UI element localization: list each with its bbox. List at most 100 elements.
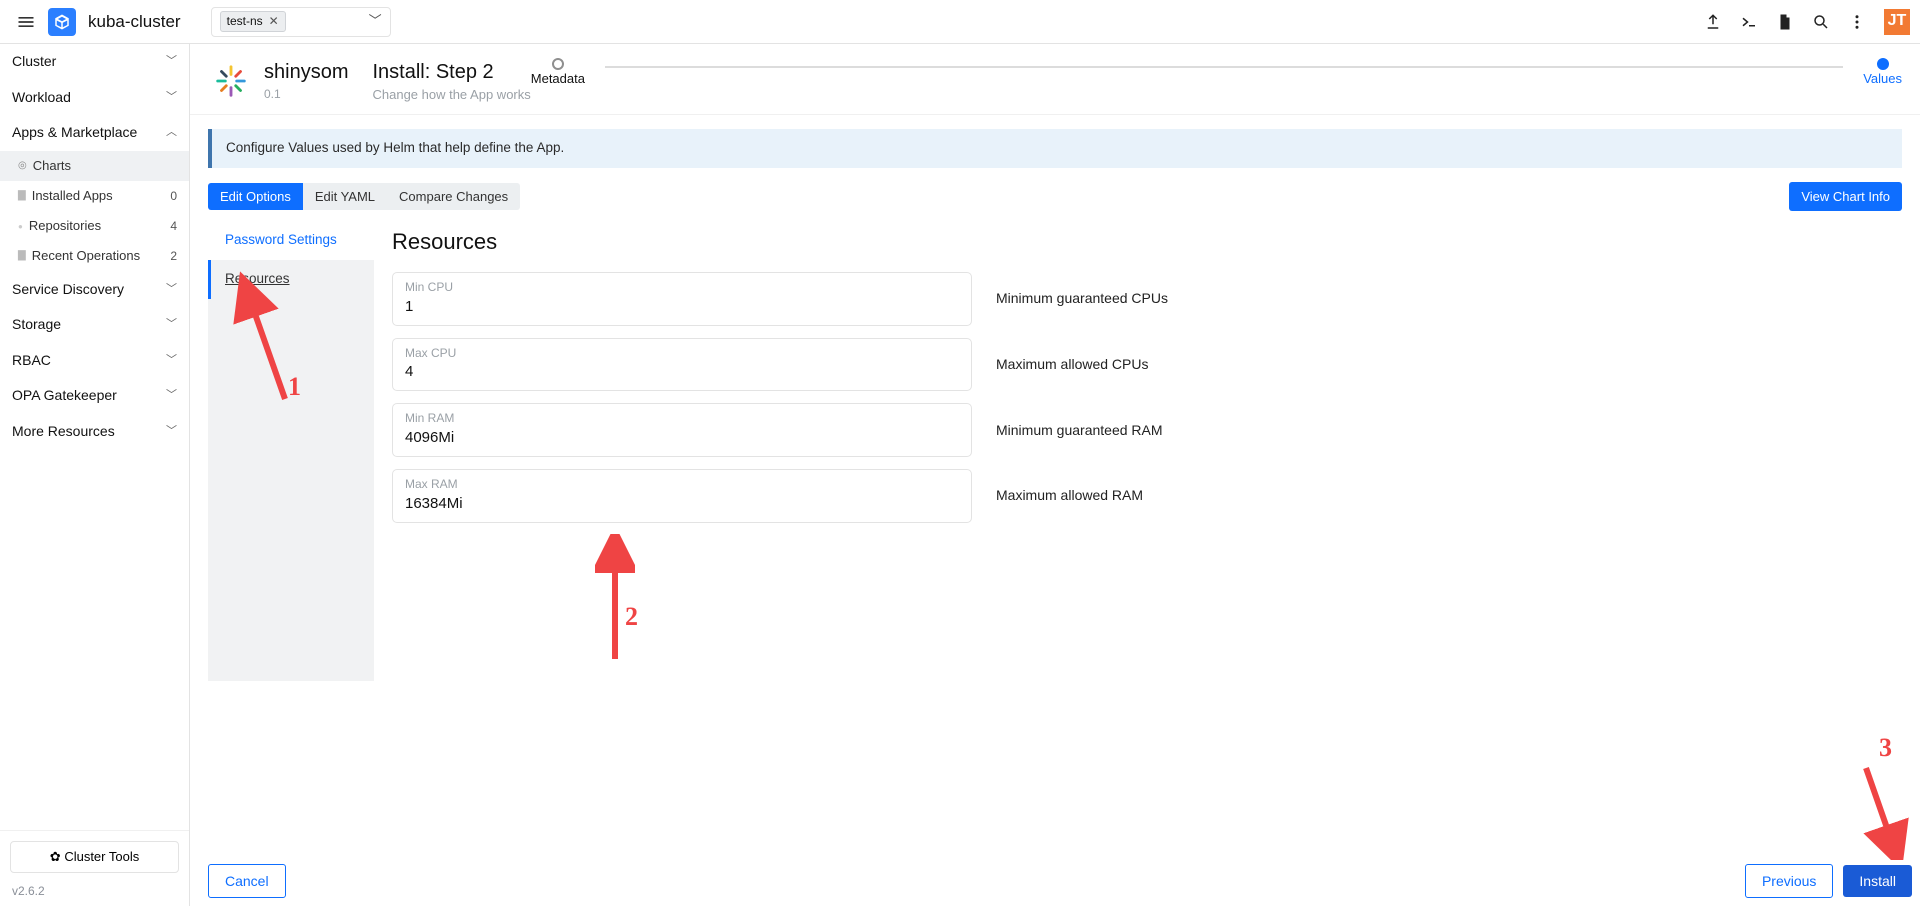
folder-icon: ▇ — [18, 189, 26, 203]
field-value: 1 — [405, 296, 959, 317]
namespace-chip-label: test-ns — [227, 13, 263, 30]
step-values[interactable]: Values — [1863, 58, 1902, 88]
count-badge: 4 — [170, 218, 177, 235]
sidebar-item-label: OPA Gatekeeper — [12, 386, 117, 406]
sidebar-item-storage[interactable]: Storage ﹀ — [0, 307, 189, 343]
edit-mode-segmented: Edit Options Edit YAML Compare Changes — [208, 183, 520, 210]
gear-icon: ✿ — [50, 849, 61, 864]
annotation-label-3: 3 — [1879, 730, 1892, 766]
cluster-tools-button[interactable]: ✿ Cluster Tools — [10, 841, 179, 873]
sidebar-item-label: Charts — [33, 157, 71, 175]
field-label: Min CPU — [405, 279, 959, 296]
cancel-button[interactable]: Cancel — [208, 864, 286, 898]
install-button[interactable]: Install — [1843, 865, 1912, 897]
menu-icon[interactable] — [10, 6, 42, 38]
nav-resources[interactable]: Resources — [208, 260, 374, 299]
count-badge: 0 — [170, 188, 177, 205]
tab-edit-options[interactable]: Edit Options — [208, 183, 303, 210]
section-heading: Resources — [392, 227, 1902, 258]
sidebar-item-repositories[interactable]: ● Repositories 4 — [0, 211, 189, 241]
sidebar-item-workload[interactable]: Workload ﹀ — [0, 80, 189, 116]
kebab-menu-icon[interactable] — [1848, 13, 1866, 31]
target-icon: ◎ — [18, 159, 27, 173]
sidebar-item-label: Service Discovery — [12, 280, 124, 300]
chevron-down-icon: ﹀ — [166, 424, 177, 439]
file-icon[interactable] — [1776, 13, 1794, 31]
sidebar-item-installed-apps[interactable]: ▇ Installed Apps 0 — [0, 181, 189, 211]
chevron-down-icon: ﹀ — [166, 282, 177, 297]
chevron-down-icon: ﹀ — [166, 90, 177, 105]
chevron-down-icon: ﹀ — [166, 54, 177, 69]
app-name: shinysom — [264, 58, 348, 86]
count-badge: 2 — [170, 248, 177, 265]
sidebar-item-label: Cluster — [12, 52, 56, 72]
previous-button[interactable]: Previous — [1745, 864, 1833, 898]
sidebar-item-label: Apps & Marketplace — [12, 123, 137, 143]
step-label: Metadata — [531, 70, 585, 88]
field-label: Max CPU — [405, 345, 959, 362]
sidebar-item-more-resources[interactable]: More Resources ﹀ — [0, 414, 189, 450]
dot-icon: ● — [18, 221, 23, 232]
sidebar-item-label: Workload — [12, 88, 71, 108]
field-description: Maximum allowed RAM — [996, 486, 1143, 506]
sidebar-item-recent-operations[interactable]: ▇ Recent Operations 2 — [0, 241, 189, 271]
sidebar-item-charts[interactable]: ◎ Charts — [0, 151, 189, 181]
app-icon — [208, 58, 254, 104]
sidebar-item-label: Installed Apps — [32, 187, 113, 205]
view-chart-info-button[interactable]: View Chart Info — [1789, 182, 1902, 211]
field-value: 4096Mi — [405, 427, 959, 448]
config-section-nav: Password Settings Resources — [208, 221, 374, 681]
folder-icon: ▇ — [18, 249, 26, 263]
sidebar-item-service-discovery[interactable]: Service Discovery ﹀ — [0, 272, 189, 308]
step-metadata[interactable]: Metadata — [531, 58, 585, 88]
product-logo[interactable] — [48, 8, 76, 36]
avatar[interactable]: JT — [1884, 9, 1910, 35]
max-cpu-input[interactable]: Max CPU 4 — [392, 338, 972, 392]
cluster-tools-label: Cluster Tools — [64, 849, 139, 864]
annotation-arrow-3 — [1852, 760, 1912, 860]
chevron-down-icon: ﹀ — [166, 353, 177, 368]
step-label: Values — [1863, 70, 1902, 88]
nav-password-settings[interactable]: Password Settings — [208, 221, 374, 260]
shell-icon[interactable] — [1740, 13, 1758, 31]
field-label: Max RAM — [405, 476, 959, 493]
page-subtitle: Change how the App works — [372, 86, 530, 104]
sidebar-item-opa-gatekeeper[interactable]: OPA Gatekeeper ﹀ — [0, 378, 189, 414]
chevron-down-icon: ﹀ — [369, 12, 382, 30]
chevron-down-icon: ﹀ — [166, 388, 177, 403]
chevron-up-icon: ︿ — [166, 125, 177, 140]
upload-icon[interactable] — [1704, 13, 1722, 31]
sidebar-item-label: Recent Operations — [32, 247, 140, 265]
min-ram-input[interactable]: Min RAM 4096Mi — [392, 403, 972, 457]
sidebar-item-apps[interactable]: Apps & Marketplace ︿ — [0, 115, 189, 151]
stepper-track — [605, 66, 1843, 68]
version-label: v2.6.2 — [0, 883, 189, 906]
page-title: Install: Step 2 — [372, 58, 530, 86]
sidebar-item-label: Storage — [12, 315, 61, 335]
field-value: 16384Mi — [405, 493, 959, 514]
namespace-select[interactable]: test-ns ✕ ﹀ — [211, 7, 391, 37]
sidebar-item-label: Repositories — [29, 217, 101, 235]
field-description: Maximum allowed CPUs — [996, 355, 1148, 375]
sidebar-item-label: RBAC — [12, 351, 51, 371]
field-description: Minimum guaranteed CPUs — [996, 289, 1168, 309]
tab-edit-yaml[interactable]: Edit YAML — [303, 183, 387, 210]
sidebar-item-rbac[interactable]: RBAC ﹀ — [0, 343, 189, 379]
namespace-chip: test-ns ✕ — [220, 11, 286, 32]
max-ram-input[interactable]: Max RAM 16384Mi — [392, 469, 972, 523]
sidebar-item-label: More Resources — [12, 422, 115, 442]
field-label: Min RAM — [405, 410, 959, 427]
min-cpu-input[interactable]: Min CPU 1 — [392, 272, 972, 326]
search-icon[interactable] — [1812, 13, 1830, 31]
field-description: Minimum guaranteed RAM — [996, 421, 1163, 441]
topbar: kuba-cluster test-ns ✕ ﹀ JT — [0, 0, 1920, 44]
sidebar: Cluster ﹀ Workload ﹀ Apps & Marketplace … — [0, 44, 190, 906]
tab-compare-changes[interactable]: Compare Changes — [387, 183, 520, 210]
app-version: 0.1 — [264, 86, 348, 103]
chevron-down-icon: ﹀ — [166, 317, 177, 332]
cluster-name[interactable]: kuba-cluster — [88, 10, 181, 34]
field-value: 4 — [405, 361, 959, 382]
info-banner: Configure Values used by Helm that help … — [208, 129, 1902, 168]
close-icon[interactable]: ✕ — [269, 13, 279, 30]
sidebar-item-cluster[interactable]: Cluster ﹀ — [0, 44, 189, 80]
